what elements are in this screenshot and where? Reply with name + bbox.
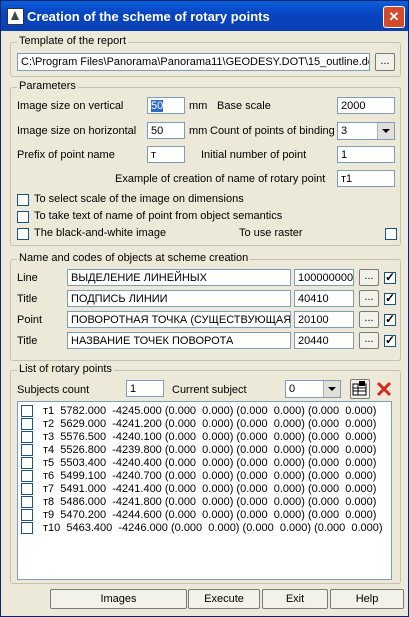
current-subject-value: 0 (289, 383, 296, 395)
count-binding-select[interactable]: 3 (337, 122, 395, 140)
point-checkbox[interactable] (21, 431, 33, 443)
parameters-group-title: Parameters (17, 80, 78, 92)
delete-subject-button[interactable] (374, 379, 394, 399)
point-text: т5 5503.400 -4240.400 (0.000 0.000) (0.0… (43, 457, 377, 469)
base-scale-label: Base scale (217, 100, 271, 112)
title-bar[interactable]: Creation of the scheme of rotary points … (1, 1, 408, 31)
window-title: Creation of the scheme of rotary points (27, 9, 270, 24)
help-button[interactable]: Help (330, 589, 404, 609)
object-row-label: Line (17, 272, 38, 284)
point-text: т7 5491.000 -4241.400 (0.000 0.000) (0.0… (43, 483, 377, 495)
dialog-window: Creation of the scheme of rotary points … (0, 0, 409, 617)
point-text: т9 5470.200 -4244.600 (0.000 0.000) (0.0… (43, 509, 377, 521)
object-browse-button[interactable]: ... (359, 311, 379, 328)
count-binding-label: Count of points of binding (210, 125, 335, 137)
img-horizontal-input[interactable]: 50 (147, 122, 185, 139)
use-raster-label: To use raster (239, 227, 303, 239)
point-checkbox[interactable] (21, 418, 33, 430)
object-row-label: Point (17, 314, 43, 326)
chevron-down-icon[interactable] (377, 123, 394, 139)
subjects-count-field: 1 (126, 380, 164, 397)
unit-mm-label: mm (189, 100, 208, 112)
example-name-field: т1 (337, 170, 395, 187)
object-code-input[interactable]: 20100 (294, 311, 354, 328)
black-white-checkbox[interactable] (17, 228, 29, 240)
point-text: т1 5782.000 -4245.000 (0.000 0.000) (0.0… (43, 405, 377, 417)
subjects-count-label: Subjects count (17, 384, 90, 396)
template-path-field[interactable]: C:\Program Files\Panorama\Panorama11\GEO… (17, 53, 370, 71)
object-enabled-checkbox[interactable] (384, 333, 396, 347)
object-name-input[interactable]: НАЗВАНИЕ ТОЧЕК ПОВОРОТА (67, 332, 291, 349)
object-browse-button[interactable]: ... (359, 290, 379, 307)
objects-group-title: Name and codes of objects at scheme crea… (17, 252, 251, 264)
point-checkbox[interactable] (21, 444, 33, 456)
img-vertical-value: 50 (151, 100, 164, 112)
object-name-input[interactable]: ВЫДЕЛЕНИЕ ЛИНЕЙНЫХ (67, 269, 291, 286)
img-vertical-input[interactable]: 50 (147, 97, 185, 114)
point-text: т2 5629.000 -4241.200 (0.000 0.000) (0.0… (43, 418, 377, 430)
point-text: т4 5526.800 -4239.800 (0.000 0.000) (0.0… (43, 444, 377, 456)
example-label: Example of creation of name of rotary po… (115, 173, 326, 185)
object-code-input[interactable]: 100000000 (294, 269, 354, 286)
object-name-input[interactable]: ПОВОРОТНАЯ ТОЧКА (СУЩЕСТВУЮЩАЯ) (67, 311, 291, 328)
initial-number-label: Initial number of point (201, 149, 307, 161)
points-group-title: List of rotary points (17, 363, 114, 375)
point-checkbox[interactable] (21, 457, 33, 469)
template-browse-button[interactable]: ... (375, 53, 395, 71)
use-raster-checkbox[interactable] (385, 228, 397, 240)
table-edit-icon (352, 381, 367, 396)
base-scale-input[interactable]: 2000 (337, 97, 395, 114)
img-vertical-label: Image size on vertical (17, 100, 124, 112)
template-group-title: Template of the report (17, 35, 129, 47)
point-checkbox[interactable] (21, 470, 33, 482)
point-text: т8 5486.000 -4241.800 (0.000 0.000) (0.0… (43, 496, 377, 508)
object-name-input[interactable]: ПОДПИСЬ ЛИНИИ (67, 290, 291, 307)
unit-mm-label-2: mm (189, 125, 208, 137)
exit-button[interactable]: Exit (262, 589, 328, 609)
delete-icon (376, 381, 392, 397)
select-scale-checkbox[interactable] (17, 194, 29, 206)
point-checkbox[interactable] (21, 496, 33, 508)
object-browse-button[interactable]: ... (359, 269, 379, 286)
img-horizontal-label: Image size on horizontal (17, 125, 137, 137)
object-code-input[interactable]: 40410 (294, 290, 354, 307)
points-list[interactable]: т1 5782.000 -4245.000 (0.000 0.000) (0.0… (17, 401, 392, 580)
count-binding-value: 3 (341, 125, 348, 137)
object-enabled-checkbox[interactable] (384, 270, 396, 284)
point-checkbox[interactable] (21, 509, 33, 521)
initial-number-input[interactable]: 1 (337, 146, 395, 163)
point-checkbox[interactable] (21, 405, 33, 417)
select-scale-label: To select scale of the image on dimensio… (34, 193, 244, 205)
prefix-input[interactable]: т (147, 146, 185, 163)
chevron-down-icon[interactable] (323, 381, 340, 397)
text-semantics-label: To take text of name of point from objec… (34, 210, 283, 222)
current-subject-label: Current subject (172, 384, 247, 396)
object-enabled-checkbox[interactable] (384, 312, 396, 326)
prefix-label: Prefix of point name (17, 149, 115, 161)
black-white-label: The black-and-white image (34, 227, 167, 239)
point-checkbox[interactable] (21, 483, 33, 495)
point-text: т6 5499.100 -4240.700 (0.000 0.000) (0.0… (43, 470, 377, 482)
object-browse-button[interactable]: ... (359, 332, 379, 349)
object-enabled-checkbox[interactable] (384, 291, 396, 305)
close-button[interactable]: ✕ (383, 6, 405, 28)
point-text: т3 5576.500 -4240.100 (0.000 0.000) (0.0… (43, 431, 377, 443)
current-subject-select[interactable]: 0 (285, 380, 341, 398)
object-code-input[interactable]: 20440 (294, 332, 354, 349)
text-semantics-checkbox[interactable] (17, 211, 29, 223)
object-row-label: Title (17, 335, 38, 347)
point-text: т10 5463.400 -4246.000 (0.000 0.000) (0.… (43, 522, 383, 534)
close-icon: ✕ (388, 9, 400, 24)
execute-button[interactable]: Execute (188, 589, 260, 609)
point-checkbox[interactable] (21, 522, 33, 534)
edit-points-button[interactable] (350, 379, 370, 399)
object-row-label: Title (17, 293, 38, 305)
images-button[interactable]: Images (50, 589, 187, 609)
app-icon (7, 8, 24, 25)
